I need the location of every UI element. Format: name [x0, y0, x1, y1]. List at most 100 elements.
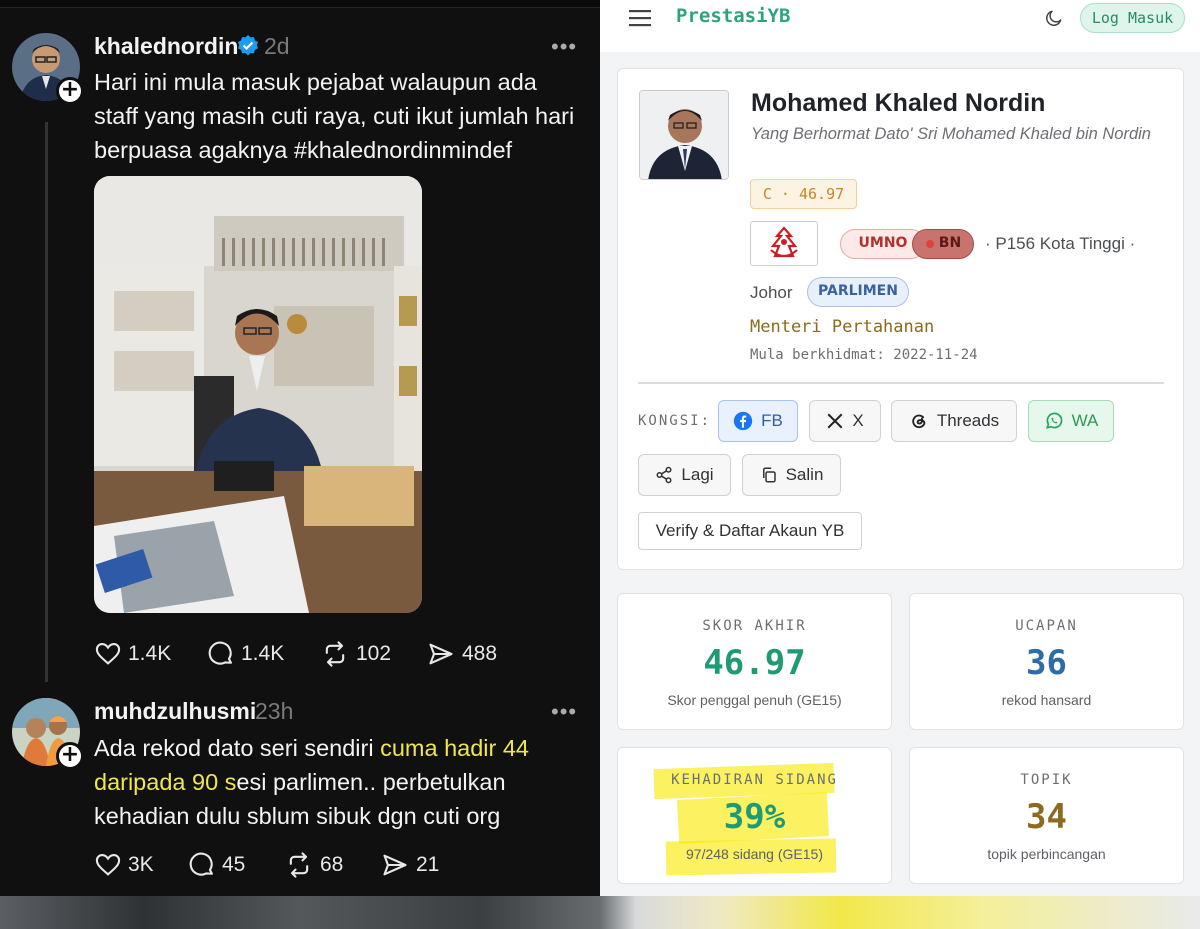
more-options-icon[interactable]: ••• — [551, 34, 577, 60]
repost-icon — [325, 641, 345, 667]
heart-icon — [95, 643, 121, 665]
stat-card-final-score: SKOR AKHIR 46.97 Skor penggal penuh (GE1… — [617, 593, 892, 730]
mp-name: Mohamed Khaled Nordin — [751, 89, 1046, 117]
stat-label: TOPIK — [1020, 772, 1073, 788]
stat-value: 39% — [723, 797, 786, 837]
post2-actions: 3K 45 68 21 — [94, 851, 439, 879]
grade-badge: C · 46.97 — [750, 179, 857, 209]
facebook-label: FB — [761, 411, 783, 430]
reply-text: Ada rekod dato seri sendiri cuma hadir 4… — [94, 731, 584, 833]
brand-logo[interactable]: PrestasiYB — [676, 5, 790, 27]
thread-connector-line — [45, 122, 48, 682]
top-divider — [0, 0, 600, 8]
more-options-icon[interactable]: ••• — [551, 699, 577, 725]
copy-link-button[interactable]: Salin — [742, 454, 841, 496]
stat-label: UCAPAN — [1015, 618, 1078, 634]
x-label: X — [852, 411, 864, 430]
stat-sub: rekod hansard — [1001, 692, 1092, 708]
reply-username[interactable]: muhdzulhusmi — [94, 698, 256, 725]
stat-label: SKOR AKHIR — [702, 618, 807, 634]
whatsapp-label: WA — [1071, 411, 1099, 430]
mp-portrait — [639, 90, 729, 180]
whatsapp-icon — [1045, 412, 1062, 429]
post-username[interactable]: khalednordin — [94, 33, 238, 60]
reply-text-start: Ada rekod dato seri sendiri — [94, 735, 381, 761]
state-label: Johor — [750, 283, 793, 302]
like-button[interactable]: 1.4K — [94, 640, 207, 668]
threads-logo-icon — [912, 414, 926, 429]
stat-label: KEHADIRAN SIDANG — [671, 772, 838, 788]
threads-panel: + khalednordin 2d ••• Hari ini mula masu… — [0, 0, 600, 896]
stat-card-topics: TOPIK 34 topik perbincangan — [909, 747, 1184, 884]
status-dot-icon — [926, 240, 934, 248]
mp-role: Menteri Pertahanan — [750, 317, 935, 337]
send-icon — [429, 643, 453, 665]
moon-icon[interactable] — [1044, 8, 1064, 28]
copy-label: Salin — [785, 465, 824, 484]
stat-card-speeches: UCAPAN 36 rekod hansard — [909, 593, 1184, 730]
card-divider — [638, 382, 1164, 384]
share-whatsapp-button[interactable]: WA — [1028, 400, 1114, 442]
share-facebook-button[interactable]: FB — [718, 400, 798, 442]
reply-time: 23h — [255, 698, 294, 724]
like-count: 1.4K — [128, 642, 172, 665]
post-time: 2d — [264, 33, 290, 59]
repost-button[interactable]: 68 — [284, 851, 380, 879]
share-count: 488 — [462, 642, 498, 665]
share-more-button[interactable]: Lagi — [638, 454, 731, 496]
service-start: Mula berkhidmat: 2022-11-24 — [750, 347, 978, 363]
heart-icon — [95, 854, 121, 876]
share-button[interactable]: 21 — [380, 851, 439, 879]
share-count: 21 — [416, 853, 440, 876]
like-button[interactable]: 3K — [94, 851, 188, 879]
stat-value: 34 — [1026, 797, 1067, 837]
profile-card: Mohamed Khaled Nordin Yang Berhormat Dat… — [617, 68, 1184, 570]
verify-account-button[interactable]: Verify & Daftar Akaun YB — [638, 512, 862, 550]
bottom-blur-strip — [0, 896, 1200, 929]
share-button[interactable]: 488 — [426, 640, 497, 668]
copy-icon — [762, 467, 776, 483]
reply-button[interactable]: 1.4K — [207, 640, 320, 668]
stat-sub: Skor penggal penuh (GE15) — [667, 692, 842, 708]
share-threads-button[interactable]: Threads — [891, 400, 1017, 442]
comment-icon — [208, 641, 232, 665]
repost-button[interactable]: 102 — [320, 640, 426, 668]
repost-count: 102 — [356, 642, 392, 665]
repost-count: 68 — [320, 853, 344, 876]
repost-icon — [289, 852, 309, 878]
reply-count: 45 — [222, 853, 246, 876]
facebook-icon — [733, 411, 753, 431]
threads-label: Threads — [936, 411, 1000, 430]
mp-full-title: Yang Berhormat Dato' Sri Mohamed Khaled … — [751, 125, 1151, 143]
coalition-label: BN — [938, 235, 962, 251]
post-text: Hari ini mula masuk pejabat walaupun ada… — [94, 69, 575, 163]
reply-button[interactable]: 45 — [188, 851, 284, 879]
share-more-label: Lagi — [681, 465, 714, 484]
stat-card-attendance: KEHADIRAN SIDANG 39% 97/248 sidang (GE15… — [617, 747, 892, 884]
seat-label: · P156 Kota Tinggi · — [985, 234, 1136, 253]
login-button[interactable]: Log Masuk — [1080, 3, 1185, 33]
party-logo — [750, 221, 818, 266]
send-icon — [383, 854, 407, 876]
share-label: KONGSI: — [638, 413, 712, 429]
stat-sub: 97/248 sidang (GE15) — [686, 846, 823, 862]
follow-plus-icon[interactable]: + — [56, 77, 84, 105]
comment-icon — [189, 852, 213, 876]
reply-count: 1.4K — [241, 642, 285, 665]
top-navbar: PrestasiYB Log Masuk — [600, 0, 1200, 52]
house-badge: PARLIMEN — [807, 277, 909, 307]
stat-value: 36 — [1026, 643, 1067, 683]
follow-plus-icon[interactable]: + — [56, 742, 84, 770]
coalition-badge-bn[interactable]: BN — [912, 229, 974, 259]
share-nodes-icon — [656, 466, 672, 484]
post1-actions: 1.4K 1.4K 102 488 — [94, 640, 497, 668]
share-x-button[interactable]: X — [809, 400, 881, 442]
post-photo[interactable] — [94, 176, 422, 613]
like-count: 3K — [128, 853, 154, 876]
x-logo-icon — [827, 413, 843, 429]
hamburger-menu-icon[interactable] — [628, 8, 652, 28]
verified-badge-icon — [238, 35, 258, 56]
stat-sub: topik perbincangan — [987, 846, 1106, 862]
stat-value: 46.97 — [703, 643, 806, 683]
prestasi-panel: PrestasiYB Log Masuk Mohamed Khaled Nord… — [600, 0, 1200, 896]
